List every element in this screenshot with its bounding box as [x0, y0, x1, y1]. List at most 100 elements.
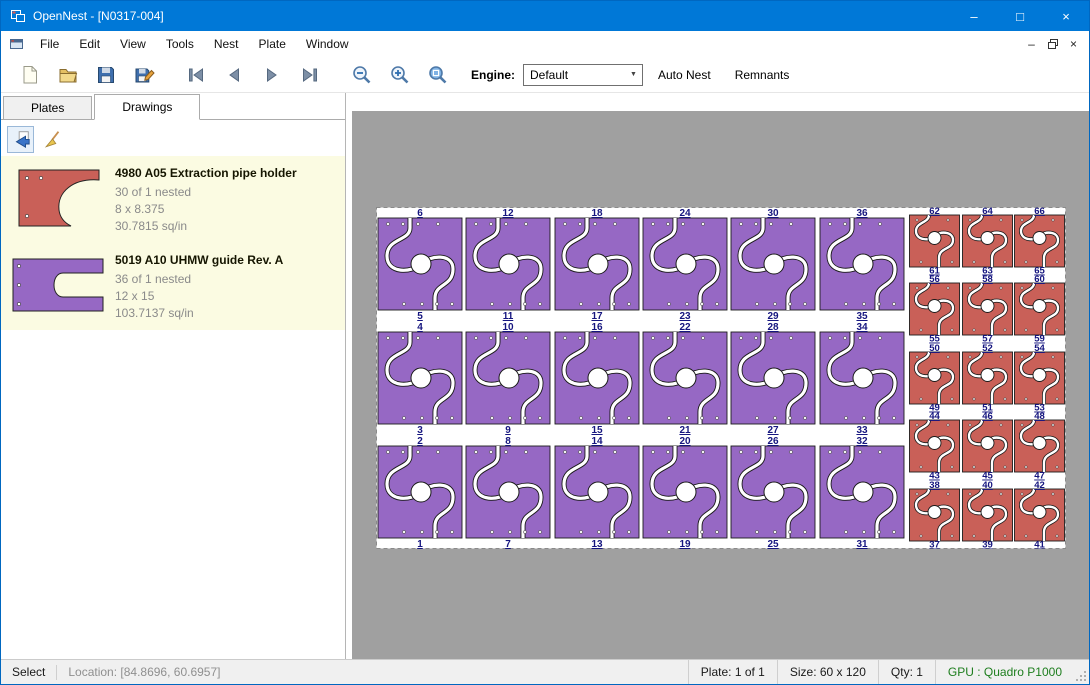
previous-plate-button[interactable]	[219, 60, 249, 90]
drawing-nested-count: 36 of 1 nested	[115, 271, 283, 288]
menu-plate[interactable]: Plate	[249, 31, 296, 57]
part-num: 56	[929, 274, 940, 285]
save-button[interactable]	[91, 60, 121, 90]
part-num: 16	[591, 322, 603, 333]
nest-tile[interactable]: 109	[466, 322, 550, 436]
nest-tile[interactable]: 1615	[555, 322, 639, 436]
nest-tile[interactable]: 3837	[910, 480, 960, 549]
maximize-button[interactable]: □	[997, 1, 1043, 31]
nest-canvas[interactable]: 65 1211 1817 2423 3029 3635 43 109 1615 …	[352, 111, 1089, 659]
part-num: 33	[856, 425, 868, 436]
part-num: 27	[767, 425, 779, 436]
nest-tile[interactable]: 4645	[963, 411, 1013, 482]
part-num: 14	[591, 436, 603, 447]
red-part-thumbnail	[15, 166, 103, 230]
nest-tile[interactable]: 4847	[1015, 411, 1065, 482]
plate-sheet[interactable]: 65 1211 1817 2423 3029 3635 43 109 1615 …	[376, 207, 1066, 549]
mdi-restore-button[interactable]	[1042, 34, 1063, 54]
restore-icon	[1046, 37, 1060, 51]
nest-tile[interactable]: 5453	[1015, 343, 1065, 414]
nest-tile[interactable]: 5857	[963, 274, 1013, 345]
minimize-button[interactable]: –	[951, 1, 997, 31]
clear-drawings-button[interactable]	[39, 126, 66, 153]
part-num: 31	[856, 539, 868, 549]
nest-tile[interactable]: 5251	[963, 343, 1013, 414]
save-as-button[interactable]	[129, 60, 159, 90]
new-button[interactable]	[15, 60, 45, 90]
document-window-icon-glyph	[9, 36, 25, 52]
chevron-down-icon[interactable]: ▼	[625, 71, 642, 78]
nest-tile[interactable]: 2221	[643, 322, 727, 436]
zoom-extents-button[interactable]	[423, 60, 453, 90]
drawing-info: 4980 A05 Extraction pipe holder 30 of 1 …	[111, 163, 297, 235]
resize-grip[interactable]	[1074, 660, 1089, 684]
engine-select[interactable]: Default ▼	[523, 64, 643, 86]
close-button[interactable]: ×	[1043, 1, 1089, 31]
nest-tile[interactable]: 4443	[910, 411, 960, 482]
app-icon	[10, 8, 26, 24]
drawing-item-red[interactable]: 4980 A05 Extraction pipe holder 30 of 1 …	[1, 156, 345, 243]
window-title: OpenNest - [N0317-004]	[33, 9, 164, 23]
nest-tile[interactable]: 5049	[910, 343, 960, 414]
sidebar: Plates Drawings	[1, 93, 346, 659]
next-plate-button[interactable]	[257, 60, 287, 90]
part-num: 64	[982, 207, 993, 217]
nest-tile[interactable]: 6059	[1015, 274, 1065, 345]
resize-grip-icon	[1075, 670, 1087, 682]
blue-arrow-icon	[11, 129, 31, 149]
menu-nest[interactable]: Nest	[204, 31, 249, 57]
drawing-item-purple[interactable]: 5019 A10 UHMW guide Rev. A 36 of 1 neste…	[1, 243, 345, 330]
nest-tile[interactable]: 1211	[466, 208, 550, 322]
nest-tile[interactable]: 87	[466, 436, 550, 549]
nest-tile[interactable]: 2423	[643, 208, 727, 322]
nest-tile[interactable]: 3433	[820, 322, 904, 436]
statusbar: Select Location: [84.8696, 60.6957] Plat…	[1, 659, 1089, 684]
menu-file[interactable]: File	[30, 31, 69, 57]
nest-tile[interactable]: 1817	[555, 208, 639, 322]
nest-tile[interactable]: 1413	[555, 436, 639, 549]
nest-tile[interactable]: 6665	[1015, 207, 1065, 277]
nest-tile[interactable]: 3029	[731, 208, 815, 322]
auto-nest-button[interactable]: Auto Nest	[649, 62, 720, 88]
nest-tile[interactable]: 4241	[1015, 480, 1065, 549]
nest-tile[interactable]: 3635	[820, 208, 904, 322]
menu-view[interactable]: View	[110, 31, 156, 57]
menu-edit[interactable]: Edit	[69, 31, 110, 57]
nest-tile[interactable]: 6261	[910, 207, 960, 277]
mdi-minimize-button[interactable]: –	[1021, 34, 1042, 54]
nest-tile[interactable]: 2625	[731, 436, 815, 549]
save-icon	[95, 64, 117, 86]
menu-tools[interactable]: Tools	[156, 31, 204, 57]
remnants-button[interactable]: Remnants	[726, 62, 799, 88]
nest-tile[interactable]: 43	[378, 322, 462, 436]
first-plate-button[interactable]	[181, 60, 211, 90]
open-button[interactable]	[53, 60, 83, 90]
nest-tile[interactable]: 65	[378, 208, 462, 322]
part-num: 39	[982, 540, 993, 550]
part-num: 58	[982, 274, 993, 285]
menu-window[interactable]: Window	[296, 31, 359, 57]
mdi-close-button[interactable]: ×	[1063, 34, 1084, 54]
mdi-window-controls: – ×	[1021, 31, 1089, 57]
send-to-nest-button[interactable]	[7, 126, 34, 153]
status-location: Location: [84.8696, 60.6957]	[57, 660, 231, 684]
nest-tile[interactable]: 2827	[731, 322, 815, 436]
part-num: 40	[982, 480, 993, 491]
part-num: 24	[679, 208, 691, 219]
tab-drawings[interactable]: Drawings	[94, 94, 200, 120]
part-num: 42	[1034, 480, 1045, 491]
drawing-title: 5019 A10 UHMW guide Rev. A	[115, 253, 283, 267]
new-document-icon	[19, 64, 41, 86]
drawing-list: 4980 A05 Extraction pipe holder 30 of 1 …	[1, 156, 345, 330]
part-num: 32	[856, 436, 868, 447]
nest-tile[interactable]: 6463	[963, 207, 1013, 277]
nest-tile[interactable]: 40 39	[963, 480, 1013, 549]
nest-tile[interactable]: 5655	[910, 274, 960, 345]
nest-tile[interactable]: 32 31	[820, 436, 904, 549]
nest-tile[interactable]: 21	[378, 436, 462, 549]
nest-tile[interactable]: 2019	[643, 436, 727, 549]
zoom-out-button[interactable]	[347, 60, 377, 90]
zoom-in-button[interactable]	[385, 60, 415, 90]
tab-plates[interactable]: Plates	[3, 96, 92, 119]
last-plate-button[interactable]	[295, 60, 325, 90]
